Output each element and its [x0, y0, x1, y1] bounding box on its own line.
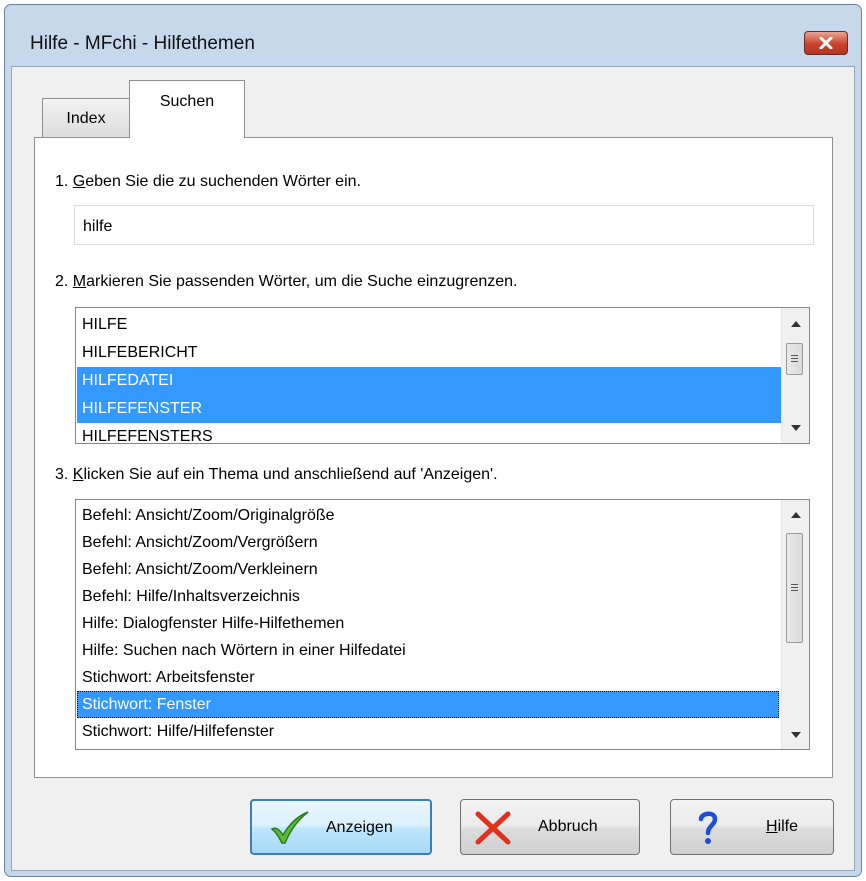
close-icon: [819, 37, 833, 49]
step1-text: eben Sie die zu suchenden Wörter ein.: [85, 173, 361, 190]
help-accesskey: H: [766, 818, 778, 835]
topics-scroll-thumb[interactable]: [786, 533, 803, 643]
tab-search-label: Suchen: [159, 92, 215, 110]
question-mark-icon: [698, 811, 718, 844]
step3-label: 3. Klicken Sie auf ein Thema und anschli…: [55, 466, 498, 484]
words-scroll-thumb[interactable]: [786, 343, 803, 375]
step1-label: 1. Geben Sie die zu suchenden Wörter ein…: [55, 173, 361, 191]
scroll-down-arrow-icon[interactable]: [782, 414, 809, 441]
tab-index[interactable]: Index: [42, 98, 130, 138]
step1-accesskey: G: [72, 173, 86, 190]
help-label-rest: ilfe: [777, 818, 799, 835]
step2-label: 2. Markieren Sie passenden Wörter, um di…: [55, 273, 517, 291]
scroll-up-arrow-icon[interactable]: [782, 310, 809, 337]
topic-item-selected[interactable]: Stichwort: Fenster: [77, 691, 779, 718]
red-x-icon: [475, 811, 511, 845]
step3-text: licken Sie auf ein Thema und anschließen…: [83, 466, 498, 483]
word-item-selected[interactable]: HILFEDATEI: [77, 367, 781, 395]
word-item-selected[interactable]: HILFEFENSTER: [77, 395, 781, 423]
matching-words-list[interactable]: HILFE HILFEBERICHT HILFEDATEI HILFEFENST…: [75, 307, 810, 444]
cancel-button[interactable]: Abbruch: [460, 799, 640, 855]
close-button[interactable]: [804, 31, 848, 55]
topic-item[interactable]: Stichwort: Arbeitsfenster: [77, 664, 779, 691]
topic-item[interactable]: Hilfe: Dialogfenster Hilfe-Hilfethemen: [77, 610, 779, 637]
topics-scrollbar[interactable]: [781, 500, 809, 749]
topics-list[interactable]: Befehl: Ansicht/Zoom/Originalgröße Befeh…: [75, 499, 810, 750]
help-button[interactable]: Hilfe: [670, 799, 834, 855]
scroll-down-arrow-icon[interactable]: [782, 721, 809, 748]
step2-number: 2.: [55, 273, 73, 290]
step3-accesskey: K: [72, 466, 84, 483]
topic-item[interactable]: Befehl: Ansicht/Zoom/Verkleinern: [77, 556, 779, 583]
cancel-button-label: Abbruch: [538, 818, 598, 835]
topic-item[interactable]: Befehl: Ansicht/Zoom/Originalgröße: [77, 502, 779, 529]
tab-index-label: Index: [66, 109, 106, 127]
search-words-input[interactable]: hilfe: [74, 205, 814, 245]
tab-search[interactable]: Suchen: [129, 80, 245, 138]
help-button-label: Hilfe: [766, 818, 798, 836]
topic-item[interactable]: Hilfe: Suchen nach Wörtern in einer Hilf…: [77, 637, 779, 664]
step2-text: arkieren Sie passenden Wörter, um die Su…: [86, 273, 518, 290]
checkmark-icon: [270, 811, 309, 844]
window-title: Hilfe - MFchi - Hilfethemen: [30, 33, 255, 54]
step3-number: 3.: [55, 466, 73, 483]
step2-accesskey: M: [72, 273, 87, 290]
word-item[interactable]: HILFEFENSTERS: [77, 423, 781, 443]
topic-item[interactable]: Stichwort: Hilfe/Hilfefenster: [77, 718, 779, 745]
scroll-up-arrow-icon[interactable]: [782, 501, 809, 528]
show-button-label: Anzeigen: [326, 819, 393, 836]
word-item[interactable]: HILFE: [77, 311, 781, 339]
words-scrollbar[interactable]: [781, 308, 809, 443]
topic-item[interactable]: Befehl: Hilfe/Inhaltsverzeichnis: [77, 583, 779, 610]
step1-number: 1.: [55, 173, 73, 190]
topic-item[interactable]: Befehl: Ansicht/Zoom/Vergrößern: [77, 529, 779, 556]
show-button[interactable]: Anzeigen: [250, 799, 432, 855]
word-item[interactable]: HILFEBERICHT: [77, 339, 781, 367]
